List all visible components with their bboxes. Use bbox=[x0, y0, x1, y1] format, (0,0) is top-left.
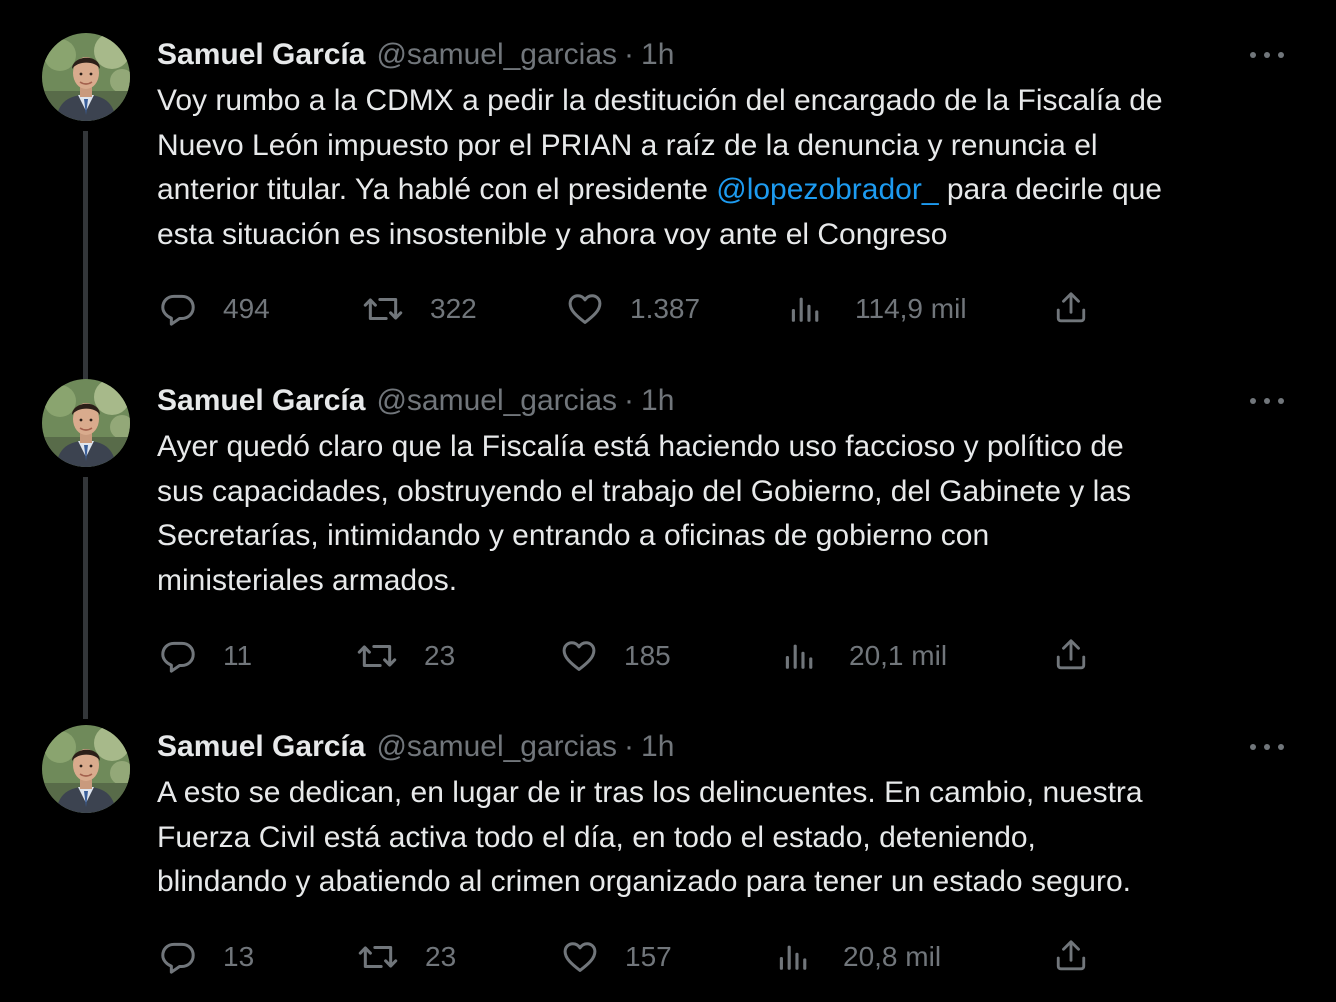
tweet-header: Samuel García @samuel_garcias · 1h bbox=[157, 381, 674, 421]
tweet-header: Samuel García @samuel_garcias · 1h bbox=[157, 727, 674, 767]
tweet-text-line: A esto se dedican, en lugar de ir tras l… bbox=[157, 771, 1307, 816]
retweet-count: 322 bbox=[430, 293, 477, 324]
retweet-icon bbox=[356, 637, 398, 675]
retweet-icon bbox=[357, 938, 399, 976]
text-segment: Ayer quedó claro que la Fiscalía está ha… bbox=[157, 430, 1124, 463]
like-count: 157 bbox=[625, 941, 672, 972]
timestamp[interactable]: 1h bbox=[641, 38, 674, 72]
views-icon bbox=[777, 938, 811, 976]
retweet-button[interactable]: 322 bbox=[362, 290, 477, 328]
views-icon bbox=[783, 637, 817, 675]
reply-icon bbox=[159, 290, 197, 328]
author-handle[interactable]: @samuel_garcias bbox=[376, 38, 617, 72]
text-segment: Nuevo León impuesto por el PRIAN a raíz … bbox=[157, 128, 1098, 162]
views-button[interactable]: 20,1 mil bbox=[783, 637, 947, 675]
tweet-text-line: ministeriales armados. bbox=[157, 559, 1307, 604]
tweet-text-line: blindando y abatiendo al crimen organiza… bbox=[157, 860, 1307, 905]
tweet-text: Voy rumbo a la CDMX a pedir la destituci… bbox=[157, 79, 1307, 257]
text-segment: esta situación es insostenible y ahora v… bbox=[157, 217, 948, 251]
share-button[interactable] bbox=[1053, 635, 1089, 673]
author-name[interactable]: Samuel García bbox=[157, 384, 365, 418]
text-segment: blindando y abatiendo al crimen organiza… bbox=[157, 865, 1132, 898]
share-button[interactable] bbox=[1053, 936, 1089, 974]
text-segment: Voy rumbo a la CDMX a pedir la destituci… bbox=[157, 84, 1163, 117]
thread-line bbox=[83, 477, 88, 719]
reply-button[interactable]: 11 bbox=[159, 637, 252, 675]
reply-button[interactable]: 494 bbox=[159, 290, 270, 328]
reply-icon bbox=[159, 938, 197, 976]
share-button[interactable] bbox=[1053, 288, 1089, 326]
like-button[interactable]: 185 bbox=[560, 637, 671, 675]
reply-icon bbox=[159, 637, 197, 675]
reply-button[interactable]: 13 bbox=[159, 938, 254, 976]
mention-link[interactable]: @lopezobrador_ bbox=[716, 173, 938, 206]
text-segment: para decirle que bbox=[938, 173, 1162, 206]
views-icon bbox=[789, 290, 823, 328]
tweet-text-line: Ayer quedó claro que la Fiscalía está ha… bbox=[157, 425, 1307, 470]
tweet-text-line: anterior titular. Ya hablé con el presid… bbox=[157, 168, 1307, 213]
like-button[interactable]: 1.387 bbox=[566, 290, 700, 328]
tweet-text-line: esta situación es insostenible y ahora v… bbox=[157, 213, 1307, 258]
tweet-header: Samuel García @samuel_garcias · 1h bbox=[157, 35, 674, 75]
more-icon[interactable] bbox=[1250, 389, 1284, 413]
tweet-text: A esto se dedican, en lugar de ir tras l… bbox=[157, 771, 1307, 905]
like-icon bbox=[561, 938, 599, 976]
reply-count: 11 bbox=[223, 640, 253, 671]
avatar[interactable] bbox=[42, 33, 130, 121]
tweet-text-line: Voy rumbo a la CDMX a pedir la destituci… bbox=[157, 79, 1307, 124]
tweet[interactable]: Samuel García @samuel_garcias · 1h A est… bbox=[0, 725, 1336, 995]
share-icon bbox=[1053, 288, 1089, 326]
text-segment: anterior titular. Ya hablé con el presid… bbox=[157, 173, 717, 206]
tweet-text-line: Nuevo León impuesto por el PRIAN a raíz … bbox=[157, 124, 1307, 169]
separator: · bbox=[624, 384, 635, 417]
like-count: 185 bbox=[624, 640, 671, 671]
retweet-button[interactable]: 23 bbox=[357, 938, 456, 976]
author-name[interactable]: Samuel García bbox=[157, 38, 365, 72]
retweet-count: 23 bbox=[425, 941, 457, 972]
text-segment: A esto se dedican, en lugar de ir tras l… bbox=[157, 776, 1143, 809]
retweet-icon bbox=[362, 290, 404, 328]
text-segment: sus capacidades, obstruyendo el trabajo … bbox=[157, 474, 1131, 508]
tweet[interactable]: Samuel García @samuel_garcias · 1h Ayer … bbox=[0, 379, 1336, 719]
author-handle[interactable]: @samuel_garcias bbox=[376, 730, 617, 764]
timestamp[interactable]: 1h bbox=[641, 730, 674, 764]
timestamp[interactable]: 1h bbox=[641, 384, 674, 418]
avatar[interactable] bbox=[42, 725, 130, 813]
tweet[interactable]: Samuel García @samuel_garcias · 1h Voy r… bbox=[0, 33, 1336, 411]
tweet-text-line: Fuerza Civil está activa todo el día, en… bbox=[157, 816, 1307, 861]
separator: · bbox=[624, 38, 635, 71]
author-name[interactable]: Samuel García bbox=[157, 730, 365, 764]
thread-line bbox=[83, 131, 88, 411]
like-button[interactable]: 157 bbox=[561, 938, 672, 976]
share-icon bbox=[1053, 635, 1089, 673]
avatar[interactable] bbox=[42, 379, 130, 467]
views-button[interactable]: 20,8 mil bbox=[777, 938, 941, 976]
like-icon bbox=[566, 290, 604, 328]
like-count: 1.387 bbox=[630, 293, 701, 324]
author-handle[interactable]: @samuel_garcias bbox=[376, 384, 617, 418]
separator: · bbox=[624, 730, 635, 763]
views-button[interactable]: 114,9 mil bbox=[789, 290, 967, 328]
more-icon[interactable] bbox=[1250, 735, 1284, 759]
more-icon[interactable] bbox=[1250, 43, 1284, 67]
tweet-text-line: Secretarías, intimidando y entrando a of… bbox=[157, 514, 1307, 559]
reply-count: 13 bbox=[223, 941, 255, 972]
reply-count: 494 bbox=[223, 293, 270, 324]
retweet-count: 23 bbox=[424, 640, 456, 671]
share-icon bbox=[1053, 936, 1089, 974]
views-count: 114,9 mil bbox=[855, 293, 967, 324]
retweet-button[interactable]: 23 bbox=[356, 637, 455, 675]
text-segment: ministeriales armados. bbox=[157, 563, 458, 597]
text-segment: Fuerza Civil está activa todo el día, en… bbox=[157, 820, 1036, 854]
tweet-text-line: sus capacidades, obstruyendo el trabajo … bbox=[157, 470, 1307, 515]
text-segment: Secretarías, intimidando y entrando a of… bbox=[157, 519, 990, 552]
like-icon bbox=[560, 637, 598, 675]
views-count: 20,8 mil bbox=[843, 941, 942, 972]
views-count: 20,1 mil bbox=[849, 640, 948, 671]
tweet-text: Ayer quedó claro que la Fiscalía está ha… bbox=[157, 425, 1307, 603]
